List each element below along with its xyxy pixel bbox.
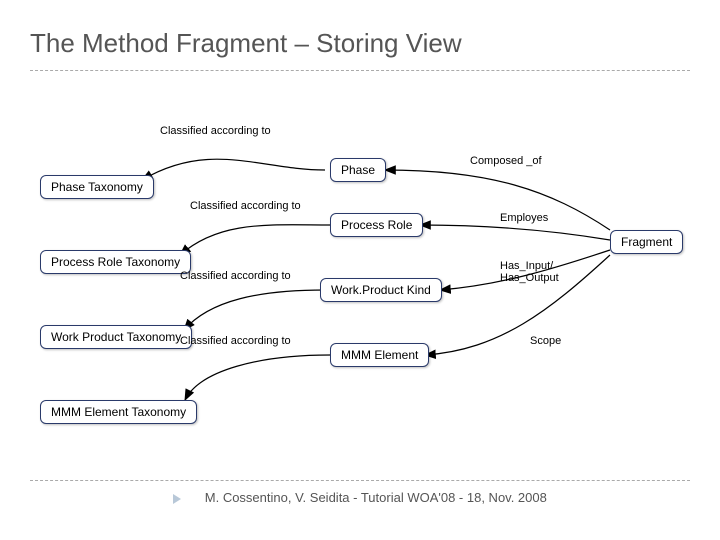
node-mmm-element-taxonomy: MMM Element Taxonomy	[40, 400, 197, 424]
edge-classified-4: Classified according to	[180, 335, 291, 347]
footer-bullet-icon	[173, 494, 181, 504]
rule-top	[30, 70, 690, 71]
rule-bottom	[30, 480, 690, 481]
node-process-role-taxonomy: Process Role Taxonomy	[40, 250, 191, 274]
node-phase: Phase	[330, 158, 386, 182]
edge-scope: Scope	[530, 335, 561, 347]
diagram: Phase Taxonomy Process Role Taxonomy Wor…	[30, 100, 690, 460]
node-phase-taxonomy: Phase Taxonomy	[40, 175, 154, 199]
footer-text: M. Cossentino, V. Seidita - Tutorial WOA…	[205, 490, 547, 505]
edge-has-io: Has_Input/ Has_Output	[500, 260, 559, 284]
edge-composed-of: Composed _of	[470, 155, 542, 167]
node-process-role: Process Role	[330, 213, 423, 237]
slide: The Method Fragment – Storing View	[0, 0, 720, 540]
node-work-product-taxonomy: Work Product Taxonomy	[40, 325, 192, 349]
edge-classified-2: Classified according to	[190, 200, 301, 212]
node-mmm-element: MMM Element	[330, 343, 429, 367]
slide-title: The Method Fragment – Storing View	[30, 28, 462, 59]
edge-employes: Employes	[500, 212, 548, 224]
edge-classified-1: Classified according to	[160, 125, 271, 137]
slide-footer: M. Cossentino, V. Seidita - Tutorial WOA…	[0, 490, 720, 505]
node-work-product-kind: Work.Product Kind	[320, 278, 442, 302]
node-fragment: Fragment	[610, 230, 683, 254]
edge-classified-3: Classified according to	[180, 270, 291, 282]
